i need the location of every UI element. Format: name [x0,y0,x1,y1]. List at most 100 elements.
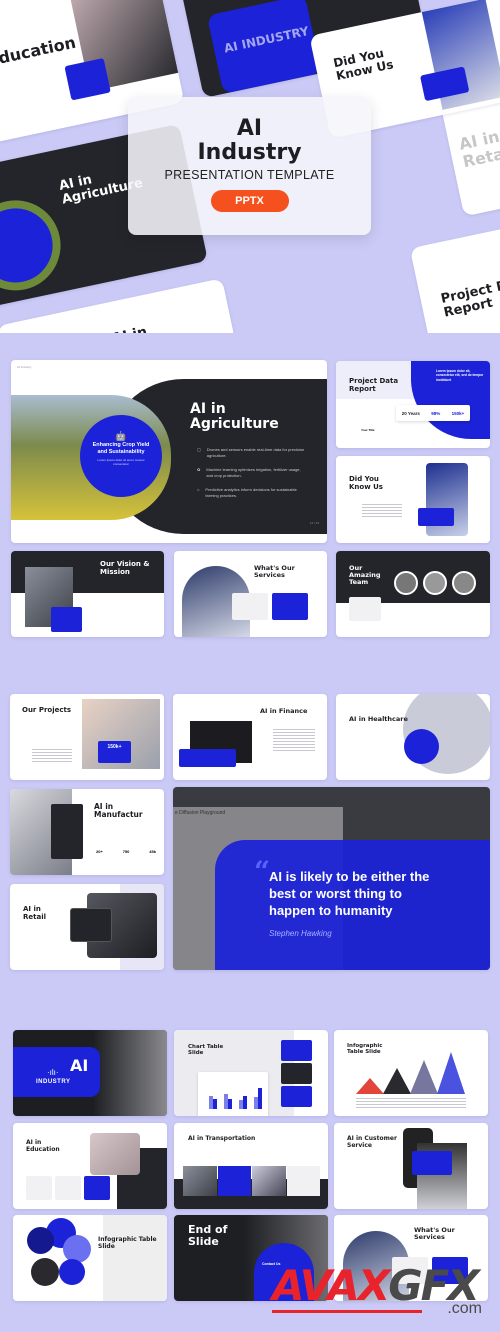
hero-title-line2: Industry [197,140,302,166]
dark-box [70,908,112,942]
info-box [281,1086,312,1107]
slide-title: AI in Finance [260,707,308,715]
slide-title: Our Projects [22,706,72,714]
dark-box [51,804,83,859]
bullet-list: ▢ Drones and sensors enable real-time dat… [197,447,307,499]
body-text [273,729,315,753]
service-card-blue [272,593,308,620]
slide-title: AI in Finance [111,314,205,333]
watermark-domain: .com [447,1300,482,1317]
blue-box [218,1166,251,1196]
stat: 45k [149,849,156,854]
slide-infographic-circles: Infographic Table Slide [13,1215,167,1301]
highlight-circle: 🤖 Enhancing Crop Yield and Sustainabilit… [80,415,162,497]
circle-node [31,1258,59,1286]
team-avatar [394,571,418,595]
circle-node [59,1259,85,1285]
team-avatar [452,571,476,595]
slide-healthcare: AI in Healthcare [336,694,490,780]
car-photo [183,1166,217,1196]
slide-manufacturing: AI in Manufactur 20+ 750 45k [10,789,164,875]
stat-box: 150k+ [98,741,131,763]
stat: 20+ [96,849,103,854]
slide-title: Our Vision & Mission [100,560,150,576]
blue-box [179,749,236,767]
slide-finance: AI in Finance [173,694,327,780]
slide-customer-service: AI in Customer Service [334,1123,488,1209]
blue-circle [404,729,439,764]
body-text [32,749,72,763]
feature-card [26,1176,52,1200]
pptx-badge: PPTX [210,190,289,213]
pyramid-2 [383,1068,411,1094]
slide-title: Project Data Report [439,273,500,321]
chart-bar [228,1099,232,1109]
pyramid-graphic [356,1052,465,1094]
pyramid-1 [356,1078,384,1094]
bullet-item: ✿ Machine learning optimizes irrigation, … [197,467,307,478]
woman-photo [93,1030,167,1116]
circle-text: Lorem ipsum dolor sit amet, tempor conse… [97,458,145,467]
chart-bar [258,1088,262,1109]
info-card [287,1166,320,1196]
info-card [349,597,381,621]
blue-box [51,607,82,632]
train-photo [252,1166,286,1196]
quote-mark-icon: “ [254,855,271,888]
slide-title: AI in Retail [457,126,500,171]
circle-title: Enhancing Crop Yield and Sustainability [92,442,150,455]
slide-retail: AI in Retail [10,884,164,970]
bullet-text: Predictive analytics inform decisions fo… [205,487,297,498]
slide-education: AI in Education [13,1123,167,1209]
hero-subtitle: PRESENTATION TEMPLATE [164,168,335,183]
hero-title-card: AI Industry PRESENTATION TEMPLATE PPTX [128,97,371,235]
watermark-underline [272,1310,422,1313]
stats-row: 20+ 750 45k [96,849,156,854]
stats-box: 20 Years 98% 150k+ [396,405,470,421]
slide-title: What's Our Services [254,564,295,580]
page-number: 14 / 23 [309,521,319,525]
bg-slide-data-report: Project Data Report [409,200,500,333]
slide-projects: Our Projects 150k+ [10,694,164,780]
quote-author: Stephen Hawking [269,929,332,938]
slide-quote: e Diffusion Playground “ AI is likely to… [173,787,490,970]
cover-title: AI [70,1056,89,1075]
slide-vision-mission: Our Vision & Mission [11,551,164,637]
feature-card-blue [84,1176,110,1200]
slide-title: AI in Transportation [188,1135,256,1142]
hero-collage: AI in Education AI INDUSTRY AI in Agricu… [0,0,500,333]
slide-title: Did You Know Us [332,46,395,84]
watermark: AVAXGFX .com [272,1262,492,1322]
cover-subtitle: INDUSTRY [36,1079,71,1085]
blue-box [418,508,454,526]
slide-project-data-report: Project Data Report Lorem ipsum dolor si… [336,361,490,448]
blue-box [412,1151,452,1175]
slide-title: AI in Healthcare [349,715,408,723]
slide-title: AI in Retail [23,905,47,921]
slide-title: AI in Agriculture [190,401,279,433]
brand-label: AI Industry [17,365,32,369]
stat-years: 20 Years [401,410,420,416]
report-quote: Lorem ipsum dolor sit, consectetur elit,… [436,369,484,382]
slide-transportation: AI in Transportation [174,1123,328,1209]
pyramid-3 [410,1060,438,1094]
circle-node [27,1227,54,1254]
slide-title: Project Data Report [349,377,399,393]
circle-photo [0,192,69,299]
slide-title: Did You Know Us [349,475,383,491]
slide-team: Our Amazing Team [336,551,490,637]
slide-title: End of Slide [188,1223,228,1248]
slide-title: AI in Manufactur [94,802,143,820]
info-box [281,1063,312,1084]
vr-photo [90,1133,140,1175]
slide-did-you-know: Did You Know Us [336,456,490,543]
photo-bg [103,1215,167,1301]
slide-infographic-pyramids: Infographic Table Slide [334,1030,488,1116]
bullet-text: Machine learning optimizes irrigation, f… [206,467,301,478]
feature-card [55,1176,81,1200]
slide-services: What's Our Services [174,551,327,637]
team-avatar [423,571,447,595]
quote-text: AI is likely to be either the best or wo… [269,869,430,918]
bullet-text: Drones and sensors enable real-time data… [206,447,305,458]
chart-bar [243,1096,247,1109]
